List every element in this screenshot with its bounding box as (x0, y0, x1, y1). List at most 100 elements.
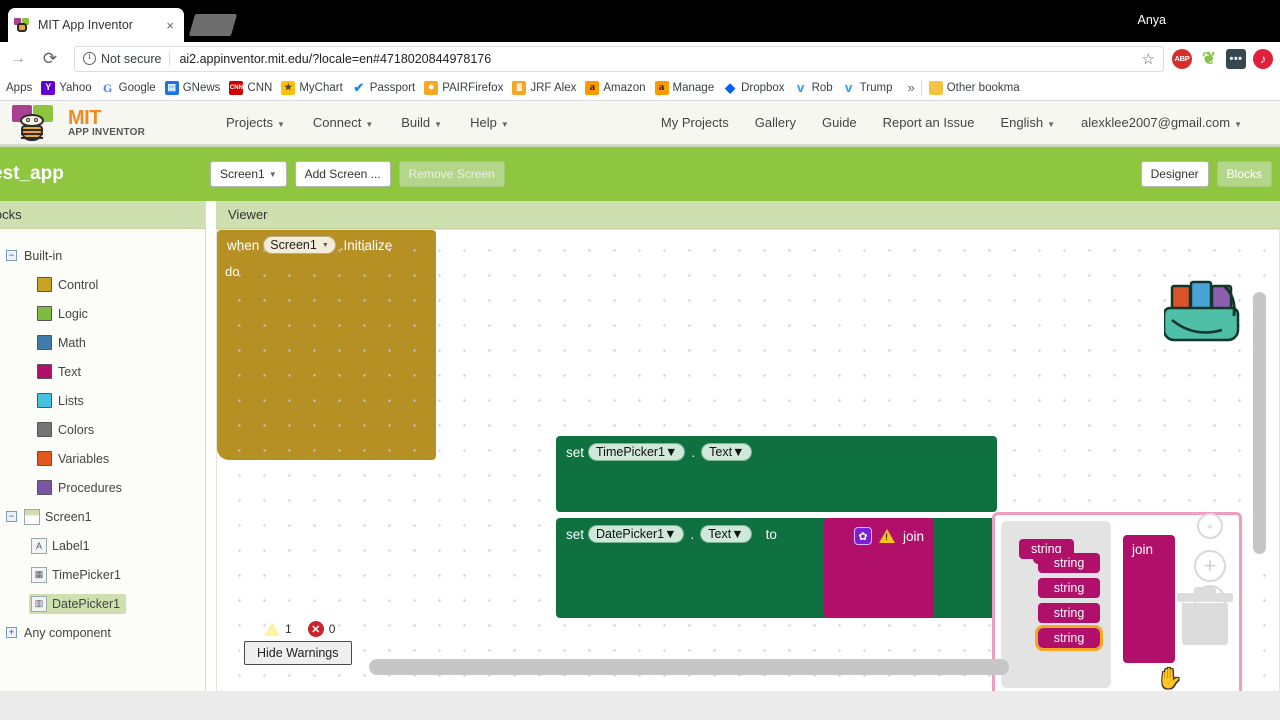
bookmark-label: Manage (672, 81, 715, 94)
trash-icon[interactable] (1177, 585, 1233, 645)
bookmark-amazon[interactable]: a Amazon (585, 80, 646, 95)
bookmark-dropbox[interactable]: ◆ Dropbox (723, 80, 785, 95)
bookmark-google[interactable]: G Google (100, 80, 156, 95)
workspace-vertical-scrollbar[interactable] (1253, 292, 1266, 554)
app-logo[interactable]: MIT APP INVENTOR (8, 103, 208, 143)
tree-node-screen1[interactable]: − Screen1 (0, 502, 205, 531)
bookmark-cnn[interactable]: CNN CNN (229, 80, 272, 95)
bookmark-pairfirefox[interactable]: ● PAIRFirefox (424, 80, 504, 95)
browser-tab-active[interactable]: MIT App Inventor × (8, 8, 184, 42)
language-selector[interactable]: English ▼ (1000, 115, 1055, 130)
bookmark-star-icon[interactable]: ☆ (1132, 50, 1155, 68)
link-my-projects[interactable]: My Projects (661, 115, 729, 130)
mutator-string-item-3[interactable]: string (1038, 603, 1100, 623)
link-guide[interactable]: Guide (822, 115, 857, 130)
designer-tab[interactable]: Designer (1140, 161, 1209, 187)
event-component-dropdown[interactable]: Screen1 ▼ (263, 236, 336, 254)
warning-count: 1 (285, 622, 292, 636)
menu-help[interactable]: Help ▼ (470, 115, 509, 130)
tree-item-lists[interactable]: Lists (0, 386, 205, 415)
bookmark-other[interactable]: Other bookma (928, 80, 1020, 95)
link-report-issue[interactable]: Report an Issue (883, 115, 975, 130)
set-component-dropdown[interactable]: DatePicker1 ▼ (588, 525, 685, 543)
tree-item-colors[interactable]: Colors (0, 415, 205, 444)
tree-item-procedures[interactable]: Procedures (0, 473, 205, 502)
set-component-dropdown[interactable]: TimePicker1 ▼ (588, 443, 686, 461)
bee-logo-icon (8, 103, 66, 143)
link-gallery[interactable]: Gallery (755, 115, 796, 130)
chevron-down-icon: ▼ (732, 445, 745, 459)
forward-icon[interactable]: → (4, 45, 32, 73)
tree-item-control[interactable]: Control (0, 270, 205, 299)
bottom-strip (0, 691, 1280, 720)
folder-icon (928, 80, 943, 95)
menu-connect[interactable]: Connect ▼ (313, 115, 373, 130)
blocks-workspace[interactable]: when Screen1 ▼ .Initialize do set TimePi… (216, 229, 1280, 699)
passport-icon: ✔ (351, 80, 366, 95)
bookmark-label: MyChart (299, 81, 343, 94)
block-join[interactable]: ✿ join (824, 518, 934, 618)
bookmark-jrf-alex[interactable]: ▓ JRF Alex (512, 80, 576, 95)
mutator-string-item-1[interactable]: string (1038, 553, 1100, 573)
tree-item-logic[interactable]: Logic (0, 299, 205, 328)
music-extension-icon[interactable]: ♪ (1253, 48, 1273, 69)
hide-warnings-button[interactable]: Hide Warnings (244, 641, 352, 665)
add-screen-button[interactable]: Add Screen ... (294, 161, 391, 187)
expand-icon[interactable]: + (6, 627, 17, 638)
remove-screen-button[interactable]: Remove Screen (398, 161, 505, 187)
bookmark-rob[interactable]: ᴠ Rob (793, 80, 833, 95)
center-blocks-button[interactable]: ⌖ (1197, 513, 1223, 539)
timepicker-icon: ▦ (31, 566, 47, 583)
zoom-in-button[interactable]: + (1194, 550, 1226, 582)
adblock-plus-icon[interactable]: ABP (1172, 48, 1192, 69)
reload-icon[interactable]: ⟳ (36, 45, 64, 73)
menu-build[interactable]: Build ▼ (401, 115, 442, 130)
tree-node-any-component[interactable]: + Any component (0, 618, 205, 647)
bookmark-yahoo[interactable]: Y Yahoo (41, 80, 92, 95)
bookmark-trump[interactable]: ᴠ Trump (841, 80, 892, 95)
bookmark-gnews[interactable]: ▤ GNews (164, 80, 220, 95)
profile-name[interactable]: Anya (1138, 13, 1167, 27)
tree-label: Logic (58, 306, 88, 321)
set-property-dropdown[interactable]: Text ▼ (701, 443, 753, 461)
blocks-tab[interactable]: Blocks (1216, 161, 1272, 187)
backpack-icon[interactable] (1162, 278, 1249, 348)
main-menu: Projects ▼ Connect ▼ Build ▼ Help ▼ (226, 115, 537, 130)
info-icon[interactable] (83, 51, 96, 65)
menu-projects[interactable]: Projects ▼ (226, 115, 285, 130)
address-bar[interactable]: Not secure ai2.appinventor.mit.edu /?loc… (74, 45, 1164, 72)
url-path: /?locale=en#4718020844978176 (308, 51, 492, 66)
screen-selector[interactable]: Screen1 ▼ (210, 161, 287, 187)
tree-item-label1[interactable]: A Label1 (0, 531, 205, 560)
mutator-join-block[interactable]: join (1123, 535, 1175, 663)
mutator-string-item-2[interactable]: string (1038, 578, 1100, 598)
tree-item-datepicker1[interactable]: ▥ DatePicker1 (0, 589, 205, 618)
dots-menu-icon[interactable]: ••• (1226, 48, 1246, 69)
bookmark-apps[interactable]: Apps (6, 82, 32, 94)
collapse-icon[interactable]: − (6, 511, 17, 522)
tree-item-text[interactable]: Text (0, 357, 205, 386)
tree-item-timepicker1[interactable]: ▦ TimePicker1 (0, 560, 205, 589)
gear-icon[interactable]: ✿ (854, 527, 872, 545)
new-tab-button[interactable] (188, 14, 238, 36)
bookmark-manage[interactable]: a Manage (654, 80, 715, 95)
tree-node-builtin[interactable]: − Built-in (0, 241, 205, 270)
collapse-icon[interactable]: − (6, 250, 17, 261)
bookmarks-overflow-icon[interactable]: » (907, 80, 914, 95)
leaf-extension-icon[interactable]: ❦ (1199, 49, 1219, 69)
close-icon[interactable]: × (162, 19, 178, 32)
bookmark-label: Dropbox (741, 81, 785, 94)
warning-icon[interactable] (879, 529, 895, 543)
workspace-horizontal-scrollbar[interactable] (369, 659, 1009, 675)
mutator-string-item-4-selected[interactable]: string (1035, 625, 1103, 651)
tree-label: Text (58, 364, 81, 379)
set-property-dropdown[interactable]: Text ▼ (700, 525, 752, 543)
tree-item-variables[interactable]: Variables (0, 444, 205, 473)
block-set-timepicker1-text[interactable]: set TimePicker1 ▼ . Text ▼ (556, 436, 997, 512)
bookmark-mychart[interactable]: ★ MyChart (281, 80, 343, 95)
bookmark-label: PAIRFirefox (442, 81, 504, 94)
tree-item-math[interactable]: Math (0, 328, 205, 357)
account-menu[interactable]: alexklee2007@gmail.com ▼ (1081, 115, 1242, 130)
control-color-swatch (37, 277, 52, 292)
bookmark-passport[interactable]: ✔ Passport (351, 80, 415, 95)
